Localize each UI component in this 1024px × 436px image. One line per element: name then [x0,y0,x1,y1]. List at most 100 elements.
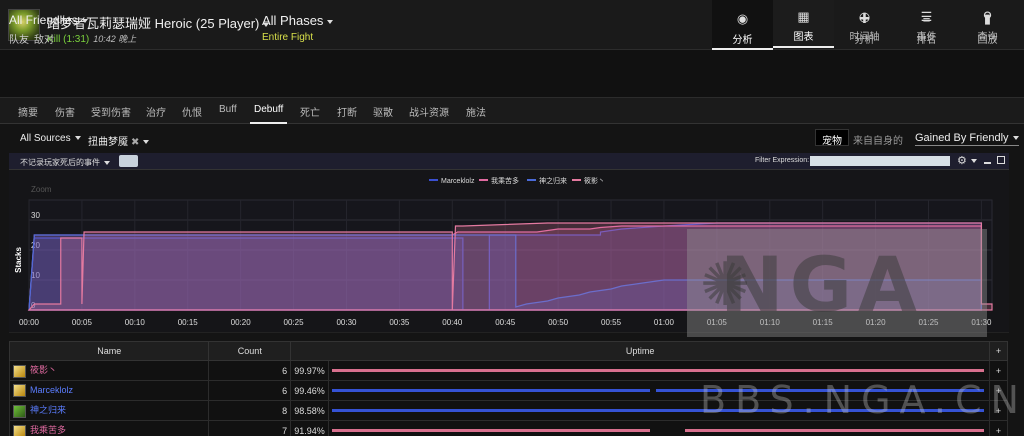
row-count: 7 [208,420,292,436]
nav-label: 分析 [732,35,753,46]
kill-info: Kill (1:31) 10:42 晚上 [47,32,136,45]
row-name-cell[interactable]: 我乘苦多 [8,420,210,436]
x-tick-label: 00:40 [442,318,463,327]
tab-resources[interactable]: 战斗资源 [409,104,449,119]
uptime-segment [685,429,984,432]
gained-by-label: Gained By Friendly [915,132,1009,144]
gained-by-dropdown[interactable]: Gained By Friendly [915,132,1019,146]
tab-dispels[interactable]: 驱散 [373,104,393,119]
legend-label: 筱影丶 [584,176,605,185]
x-tick-label: 00:10 [125,318,146,327]
tab-debuffs[interactable]: Debuff [249,104,288,124]
watermark-url: BBS.NGA.CN [700,378,1024,422]
view-query[interactable]: ⚲ 查询 [957,0,1018,48]
uptime-segment [331,389,651,392]
row-uptime: 99.46% [290,380,329,401]
tab-healing[interactable]: 治疗 [146,104,166,119]
view-charts[interactable]: ▦ 图表 [773,0,834,48]
row-count: 6 [208,360,292,381]
row-uptime: 98.58% [290,400,329,421]
y-tick-label: 30 [31,211,40,220]
tab-buffs[interactable]: Buff [219,104,237,115]
legend-label: 神之归来 [539,176,567,185]
sub-header [0,50,1024,98]
self-toggle[interactable]: 来自自身的 [853,132,903,147]
holy-icon [13,424,26,436]
chevron-down-icon [74,136,81,141]
sources-label: All Sources [20,133,71,144]
chevron-down-icon [143,140,150,145]
filter-expression-input[interactable] [810,156,950,166]
minimize-icon[interactable] [984,162,991,164]
enemies-link[interactable]: 敌对 [34,35,54,46]
tab-interrupts[interactable]: 打断 [337,104,357,119]
col-count[interactable]: Count [208,341,292,361]
sources-dropdown[interactable]: All Sources [20,133,81,144]
nature-icon [13,404,26,418]
x-tick-label: 00:25 [284,318,305,327]
team-link[interactable]: 队友 [9,35,29,46]
friendlies-label: All Friendlies [9,13,78,27]
player-name[interactable]: 神之归来 [30,405,66,415]
x-tick-label: 01:00 [654,318,675,327]
uptime-segment [331,369,985,372]
grid-icon: ▦ [797,9,810,24]
row-name-cell[interactable]: Marceklolz [8,380,210,401]
legend-label: Marceklolz [441,178,475,185]
nav-analyze[interactable]: ◉ 分析 [712,0,773,50]
x-tick-label: 00:30 [336,318,357,327]
kill-time: 10:42 晚上 [93,34,137,44]
chip-label: 扭曲梦魇 [88,137,128,148]
player-name[interactable]: 我乘苦多 [30,425,66,435]
view-timeline[interactable]: ◷ 时间轴 [834,0,895,48]
chevron-down-icon [104,160,110,165]
table-header-row: Name Count Uptime + [8,341,1009,361]
friendlies-dropdown[interactable]: All Friendlies [9,13,88,27]
view-label: 查询 [977,32,998,43]
tab-deaths[interactable]: 死亡 [300,104,320,119]
view-events[interactable]: ☰ 事件 [896,0,957,48]
row-count: 6 [208,380,292,401]
uptime-segment [331,429,651,432]
gear-glyph: ⚙ [957,155,967,167]
x-tick-label: 00:45 [495,318,516,327]
table-row[interactable]: 我乘苦多 7 91.94% + [8,420,1009,436]
dead-events-label: 不记录玩家死后的事件 [20,158,100,167]
watermark-logo: NGA [720,240,923,329]
expand-button[interactable]: + [988,420,1009,436]
tab-damage[interactable]: 伤害 [55,104,75,119]
x-tick-label: 00:00 [19,318,40,327]
pets-toggle[interactable]: 宠物 [815,129,849,147]
eye-icon: ◉ [736,11,749,26]
gear-icon[interactable]: ⚙ [957,154,977,167]
col-uptime[interactable]: Uptime [290,341,990,361]
tab-summary[interactable]: 摘要 [18,104,38,119]
col-name[interactable]: Name [8,341,210,361]
x-tick-label: 00:35 [389,318,410,327]
tab-damage-taken[interactable]: 受到伤害 [91,104,131,119]
row-name-cell[interactable]: 神之归来 [8,400,210,421]
chevron-down-icon [327,19,334,24]
player-name[interactable]: Marceklolz [30,385,73,395]
clock-icon: ◷ [858,9,871,24]
close-icon[interactable]: ✖ [131,137,139,148]
col-expand[interactable]: + [988,341,1009,361]
filter-expression-label: Filter Expression: [755,157,810,164]
view-label: 事件 [916,32,937,43]
row-name-cell[interactable]: 筱影丶 [8,360,210,381]
phases-dropdown[interactable]: All Phases [262,13,334,28]
uptime-bar-cell [327,420,990,436]
x-tick-label: 00:05 [72,318,93,327]
maximize-icon[interactable] [997,156,1005,164]
ability-filter-chip[interactable]: 扭曲梦魇 ✖ [88,133,150,148]
team-filter: 队友 敌对 [9,31,59,46]
tab-threat[interactable]: 仇恨 [182,104,202,119]
report-tabs: 摘要 伤害 受到伤害 治疗 仇恨 Buff Debuff 死亡 打断 驱散 战斗… [0,98,1024,124]
tab-casts[interactable]: 施法 [466,104,486,119]
y-axis-label: Stacks [14,247,23,273]
dead-events-dropdown[interactable]: 不记录玩家死后的事件 [20,157,110,168]
dead-events-toggle[interactable] [119,155,138,167]
x-tick-label: 00:55 [601,318,622,327]
player-name[interactable]: 筱影丶 [30,365,57,375]
x-tick-label: 00:20 [231,318,252,327]
